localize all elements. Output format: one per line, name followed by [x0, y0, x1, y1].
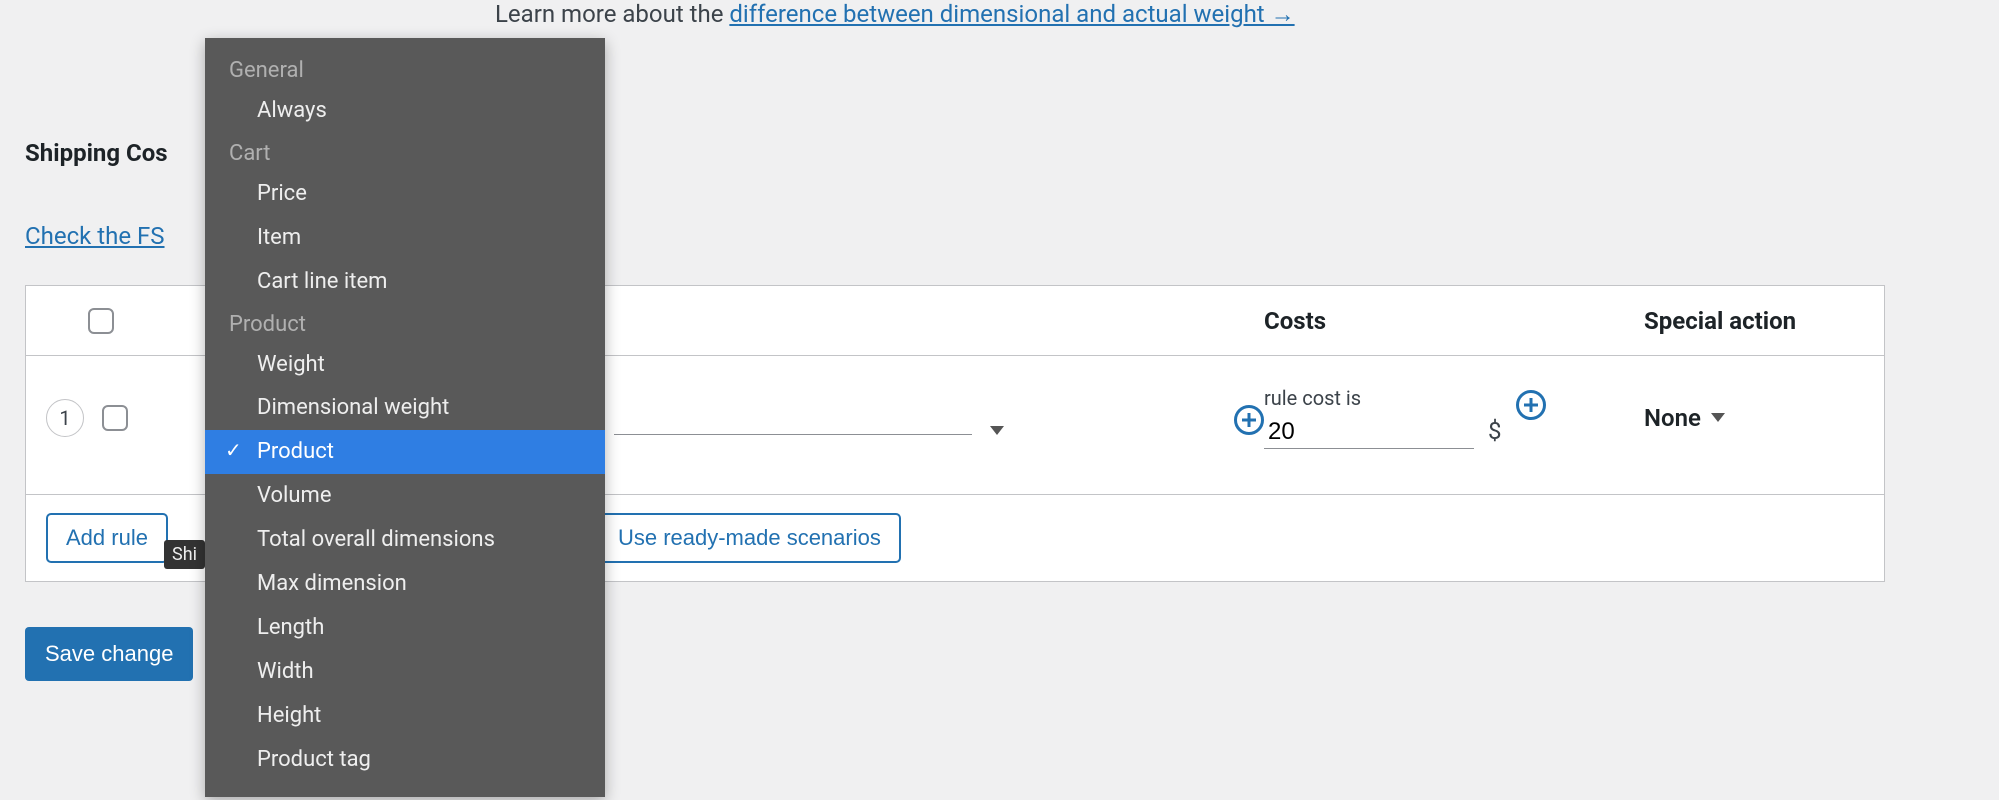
learn-more-link[interactable]: difference between dimensional and actua… [729, 0, 1294, 28]
dropdown-group-label: General [205, 50, 605, 89]
learn-more-prefix: Learn more about the [495, 0, 729, 28]
dropdown-item[interactable]: Total overall dimensions [205, 518, 605, 562]
dropdown-item[interactable]: Price [205, 172, 605, 216]
condition-value-input[interactable] [614, 405, 972, 435]
add-condition-button[interactable] [1234, 405, 1264, 435]
learn-more-hint: Learn more about the difference between … [495, 0, 1974, 29]
cost-label: rule cost is [1264, 386, 1474, 410]
special-action-select[interactable]: None [1644, 404, 1725, 432]
add-rule-button[interactable]: Add rule [46, 513, 168, 563]
dropdown-group-label: Cart [205, 133, 605, 172]
row-checkbox[interactable] [102, 405, 128, 431]
currency-symbol: $ [1488, 417, 1502, 449]
dropdown-item[interactable]: Length [205, 606, 605, 650]
condition-dropdown[interactable]: GeneralAlwaysCartPriceItemCart line item… [205, 38, 605, 797]
dropdown-item[interactable]: Dimensional weight [205, 386, 605, 430]
dropdown-item[interactable]: Width [205, 650, 605, 694]
special-action-value: None [1644, 404, 1701, 432]
dropdown-item[interactable]: Volume [205, 474, 605, 518]
save-changes-button[interactable]: Save change [25, 627, 193, 681]
chevron-down-icon [990, 426, 1004, 435]
add-cost-button[interactable] [1516, 390, 1546, 420]
row-order-badge[interactable]: 1 [46, 399, 84, 437]
dropdown-item[interactable]: Always [205, 89, 605, 133]
use-scenarios-button[interactable]: Use ready-made scenarios [598, 513, 901, 563]
dropdown-item[interactable]: Max dimension [205, 562, 605, 606]
header-costs: Costs [1264, 307, 1644, 335]
dropdown-item[interactable]: Cart line item [205, 260, 605, 304]
cost-input[interactable] [1264, 416, 1474, 449]
dropdown-item[interactable]: Height [205, 694, 605, 738]
chevron-down-icon [1711, 413, 1725, 422]
header-special-action: Special action [1644, 307, 1864, 335]
dropdown-item[interactable]: Product [205, 430, 605, 474]
dropdown-item[interactable]: Weight [205, 343, 605, 387]
check-fs-link[interactable]: Check the FS [25, 222, 165, 250]
dropdown-group-label: Product [205, 304, 605, 343]
dropdown-item[interactable]: Item [205, 216, 605, 260]
dropdown-item[interactable]: Product tag [205, 738, 605, 782]
select-all-checkbox[interactable] [88, 308, 114, 334]
tooltip-chip: Shi [164, 540, 205, 569]
